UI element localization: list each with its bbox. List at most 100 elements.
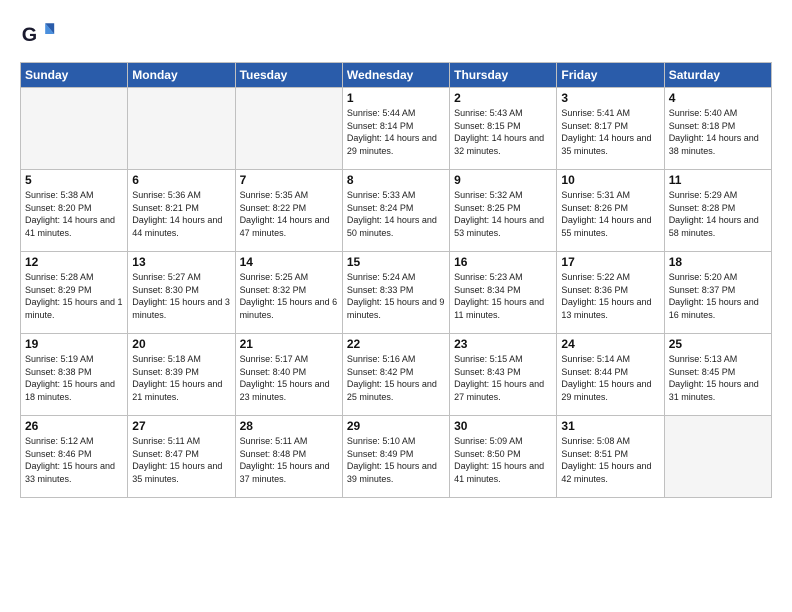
weekday-header-row: SundayMondayTuesdayWednesdayThursdayFrid… xyxy=(21,63,772,88)
day-number: 25 xyxy=(669,337,767,351)
week-row-3: 12 Sunrise: 5:28 AMSunset: 8:29 PMDaylig… xyxy=(21,252,772,334)
calendar-cell: 13 Sunrise: 5:27 AMSunset: 8:30 PMDaylig… xyxy=(128,252,235,334)
calendar-cell: 29 Sunrise: 5:10 AMSunset: 8:49 PMDaylig… xyxy=(342,416,449,498)
calendar-cell: 18 Sunrise: 5:20 AMSunset: 8:37 PMDaylig… xyxy=(664,252,771,334)
day-number: 12 xyxy=(25,255,123,269)
calendar-cell: 21 Sunrise: 5:17 AMSunset: 8:40 PMDaylig… xyxy=(235,334,342,416)
calendar-cell: 26 Sunrise: 5:12 AMSunset: 8:46 PMDaylig… xyxy=(21,416,128,498)
svg-text:G: G xyxy=(22,24,37,46)
day-info: Sunrise: 5:08 AMSunset: 8:51 PMDaylight:… xyxy=(561,435,659,485)
calendar-cell: 11 Sunrise: 5:29 AMSunset: 8:28 PMDaylig… xyxy=(664,170,771,252)
day-info: Sunrise: 5:12 AMSunset: 8:46 PMDaylight:… xyxy=(25,435,123,485)
day-number: 30 xyxy=(454,419,552,433)
day-info: Sunrise: 5:11 AMSunset: 8:48 PMDaylight:… xyxy=(240,435,338,485)
calendar-cell: 5 Sunrise: 5:38 AMSunset: 8:20 PMDayligh… xyxy=(21,170,128,252)
weekday-header-monday: Monday xyxy=(128,63,235,88)
day-number: 20 xyxy=(132,337,230,351)
day-info: Sunrise: 5:13 AMSunset: 8:45 PMDaylight:… xyxy=(669,353,767,403)
day-info: Sunrise: 5:10 AMSunset: 8:49 PMDaylight:… xyxy=(347,435,445,485)
calendar-cell xyxy=(128,88,235,170)
day-info: Sunrise: 5:35 AMSunset: 8:22 PMDaylight:… xyxy=(240,189,338,239)
day-info: Sunrise: 5:25 AMSunset: 8:32 PMDaylight:… xyxy=(240,271,338,321)
day-number: 14 xyxy=(240,255,338,269)
day-info: Sunrise: 5:41 AMSunset: 8:17 PMDaylight:… xyxy=(561,107,659,157)
weekday-header-sunday: Sunday xyxy=(21,63,128,88)
day-info: Sunrise: 5:22 AMSunset: 8:36 PMDaylight:… xyxy=(561,271,659,321)
day-number: 23 xyxy=(454,337,552,351)
day-info: Sunrise: 5:14 AMSunset: 8:44 PMDaylight:… xyxy=(561,353,659,403)
calendar-cell: 30 Sunrise: 5:09 AMSunset: 8:50 PMDaylig… xyxy=(450,416,557,498)
day-info: Sunrise: 5:17 AMSunset: 8:40 PMDaylight:… xyxy=(240,353,338,403)
day-number: 22 xyxy=(347,337,445,351)
day-number: 16 xyxy=(454,255,552,269)
calendar-cell: 19 Sunrise: 5:19 AMSunset: 8:38 PMDaylig… xyxy=(21,334,128,416)
day-info: Sunrise: 5:18 AMSunset: 8:39 PMDaylight:… xyxy=(132,353,230,403)
day-info: Sunrise: 5:24 AMSunset: 8:33 PMDaylight:… xyxy=(347,271,445,321)
day-number: 3 xyxy=(561,91,659,105)
weekday-header-friday: Friday xyxy=(557,63,664,88)
day-number: 15 xyxy=(347,255,445,269)
day-info: Sunrise: 5:29 AMSunset: 8:28 PMDaylight:… xyxy=(669,189,767,239)
calendar-cell: 17 Sunrise: 5:22 AMSunset: 8:36 PMDaylig… xyxy=(557,252,664,334)
day-info: Sunrise: 5:16 AMSunset: 8:42 PMDaylight:… xyxy=(347,353,445,403)
day-number: 10 xyxy=(561,173,659,187)
day-info: Sunrise: 5:44 AMSunset: 8:14 PMDaylight:… xyxy=(347,107,445,157)
calendar-cell: 31 Sunrise: 5:08 AMSunset: 8:51 PMDaylig… xyxy=(557,416,664,498)
calendar-cell xyxy=(235,88,342,170)
calendar-cell: 20 Sunrise: 5:18 AMSunset: 8:39 PMDaylig… xyxy=(128,334,235,416)
header: G xyxy=(20,16,772,52)
day-number: 17 xyxy=(561,255,659,269)
day-number: 7 xyxy=(240,173,338,187)
calendar-cell: 24 Sunrise: 5:14 AMSunset: 8:44 PMDaylig… xyxy=(557,334,664,416)
day-info: Sunrise: 5:28 AMSunset: 8:29 PMDaylight:… xyxy=(25,271,123,321)
week-row-4: 19 Sunrise: 5:19 AMSunset: 8:38 PMDaylig… xyxy=(21,334,772,416)
day-number: 1 xyxy=(347,91,445,105)
day-info: Sunrise: 5:40 AMSunset: 8:18 PMDaylight:… xyxy=(669,107,767,157)
day-info: Sunrise: 5:43 AMSunset: 8:15 PMDaylight:… xyxy=(454,107,552,157)
day-info: Sunrise: 5:36 AMSunset: 8:21 PMDaylight:… xyxy=(132,189,230,239)
day-number: 6 xyxy=(132,173,230,187)
calendar-cell: 27 Sunrise: 5:11 AMSunset: 8:47 PMDaylig… xyxy=(128,416,235,498)
day-info: Sunrise: 5:09 AMSunset: 8:50 PMDaylight:… xyxy=(454,435,552,485)
calendar-cell: 3 Sunrise: 5:41 AMSunset: 8:17 PMDayligh… xyxy=(557,88,664,170)
calendar-cell: 15 Sunrise: 5:24 AMSunset: 8:33 PMDaylig… xyxy=(342,252,449,334)
calendar-cell: 6 Sunrise: 5:36 AMSunset: 8:21 PMDayligh… xyxy=(128,170,235,252)
day-number: 24 xyxy=(561,337,659,351)
day-info: Sunrise: 5:23 AMSunset: 8:34 PMDaylight:… xyxy=(454,271,552,321)
day-info: Sunrise: 5:11 AMSunset: 8:47 PMDaylight:… xyxy=(132,435,230,485)
day-number: 18 xyxy=(669,255,767,269)
calendar-cell: 23 Sunrise: 5:15 AMSunset: 8:43 PMDaylig… xyxy=(450,334,557,416)
calendar-cell: 22 Sunrise: 5:16 AMSunset: 8:42 PMDaylig… xyxy=(342,334,449,416)
day-number: 26 xyxy=(25,419,123,433)
day-number: 9 xyxy=(454,173,552,187)
week-row-1: 1 Sunrise: 5:44 AMSunset: 8:14 PMDayligh… xyxy=(21,88,772,170)
week-row-5: 26 Sunrise: 5:12 AMSunset: 8:46 PMDaylig… xyxy=(21,416,772,498)
day-number: 8 xyxy=(347,173,445,187)
day-number: 21 xyxy=(240,337,338,351)
day-number: 27 xyxy=(132,419,230,433)
calendar-cell: 12 Sunrise: 5:28 AMSunset: 8:29 PMDaylig… xyxy=(21,252,128,334)
day-number: 29 xyxy=(347,419,445,433)
calendar-cell xyxy=(664,416,771,498)
logo: G xyxy=(20,16,60,52)
day-info: Sunrise: 5:33 AMSunset: 8:24 PMDaylight:… xyxy=(347,189,445,239)
day-info: Sunrise: 5:19 AMSunset: 8:38 PMDaylight:… xyxy=(25,353,123,403)
calendar-cell: 10 Sunrise: 5:31 AMSunset: 8:26 PMDaylig… xyxy=(557,170,664,252)
week-row-2: 5 Sunrise: 5:38 AMSunset: 8:20 PMDayligh… xyxy=(21,170,772,252)
calendar-table: SundayMondayTuesdayWednesdayThursdayFrid… xyxy=(20,62,772,498)
day-number: 19 xyxy=(25,337,123,351)
calendar-cell xyxy=(21,88,128,170)
day-info: Sunrise: 5:27 AMSunset: 8:30 PMDaylight:… xyxy=(132,271,230,321)
calendar-cell: 25 Sunrise: 5:13 AMSunset: 8:45 PMDaylig… xyxy=(664,334,771,416)
calendar-cell: 7 Sunrise: 5:35 AMSunset: 8:22 PMDayligh… xyxy=(235,170,342,252)
day-info: Sunrise: 5:20 AMSunset: 8:37 PMDaylight:… xyxy=(669,271,767,321)
page: G SundayMondayTuesdayWednesdayThursdayFr… xyxy=(0,0,792,508)
day-number: 4 xyxy=(669,91,767,105)
day-info: Sunrise: 5:32 AMSunset: 8:25 PMDaylight:… xyxy=(454,189,552,239)
day-number: 31 xyxy=(561,419,659,433)
day-number: 28 xyxy=(240,419,338,433)
calendar-cell: 28 Sunrise: 5:11 AMSunset: 8:48 PMDaylig… xyxy=(235,416,342,498)
day-info: Sunrise: 5:38 AMSunset: 8:20 PMDaylight:… xyxy=(25,189,123,239)
logo-icon: G xyxy=(20,16,56,52)
day-number: 2 xyxy=(454,91,552,105)
